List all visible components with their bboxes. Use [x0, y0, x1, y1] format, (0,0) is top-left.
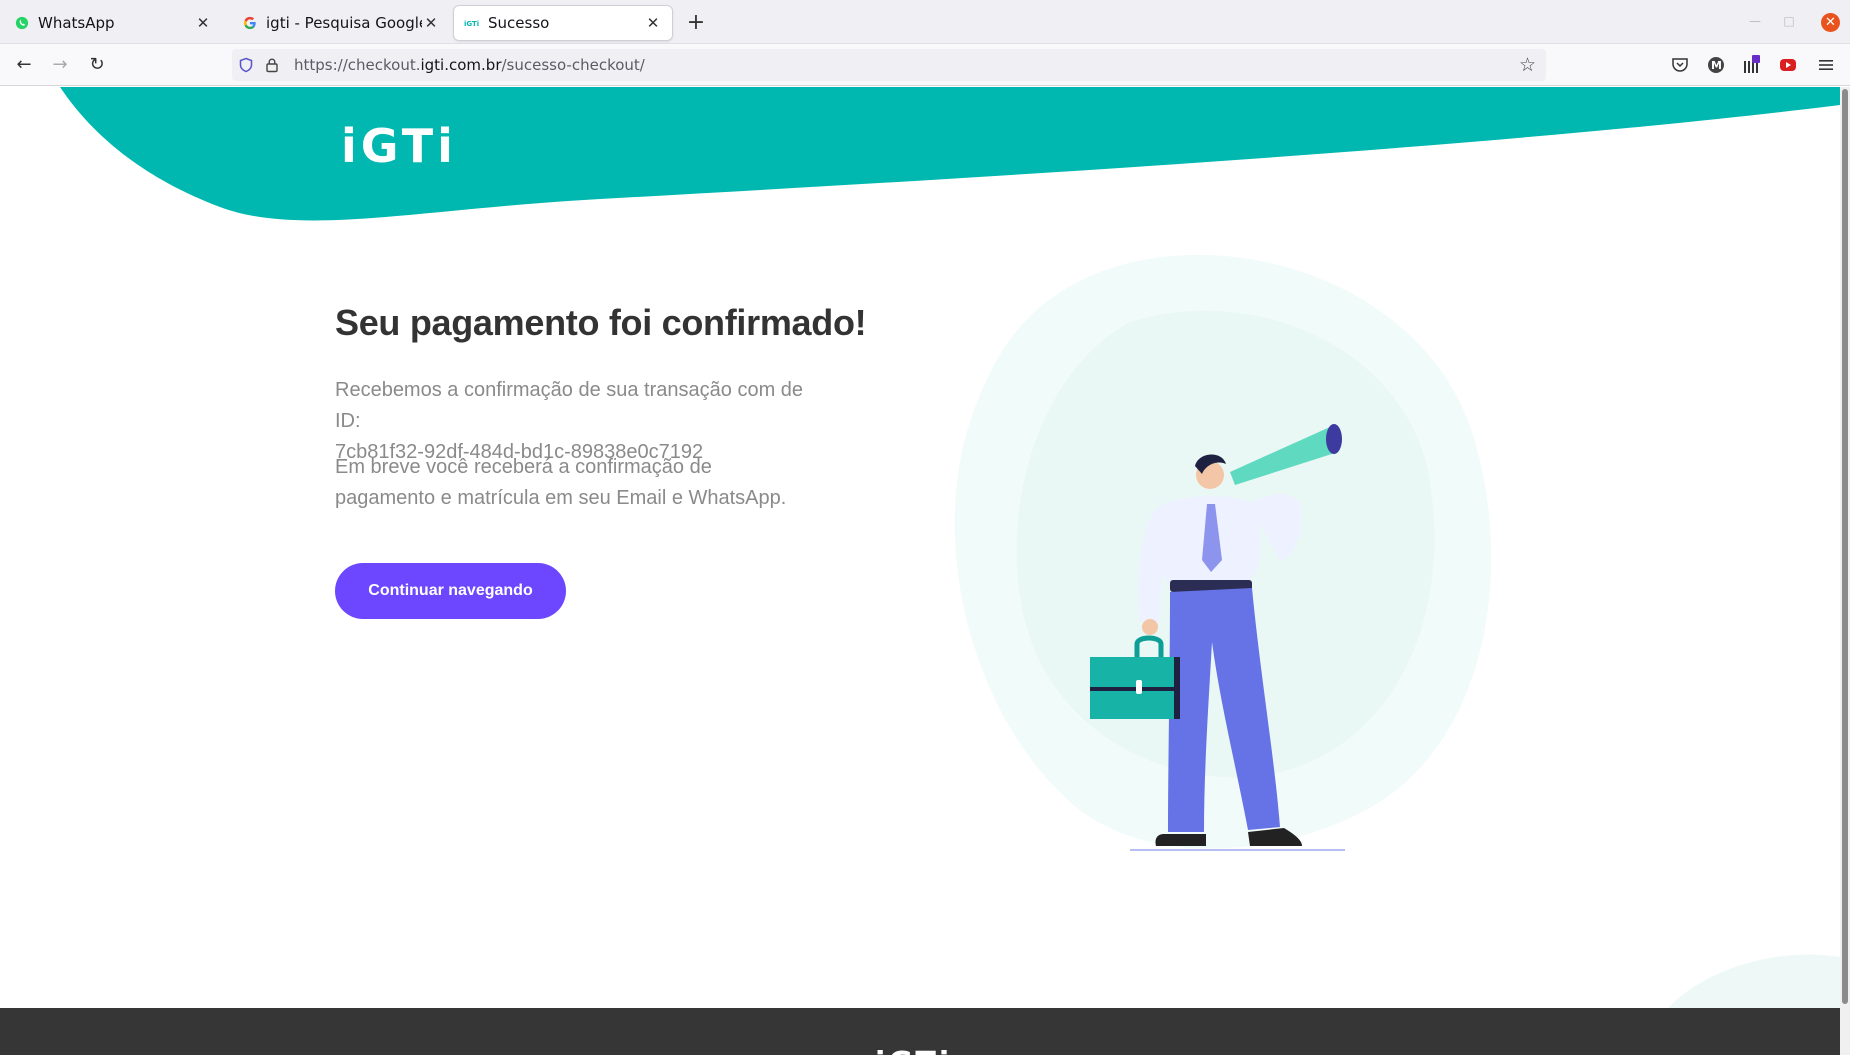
minimize-icon[interactable]: — [1748, 14, 1762, 28]
url-path: /sucesso-checkout/ [501, 56, 645, 74]
bookmark-star-icon[interactable]: ☆ [1519, 54, 1536, 76]
reload-icon[interactable]: ↻ [85, 53, 109, 77]
extension-bars-icon[interactable] [1742, 55, 1762, 75]
pocket-icon[interactable] [1670, 55, 1690, 75]
back-arrow-icon[interactable]: ← [12, 53, 36, 77]
man-with-telescope-illustration [954, 254, 1492, 851]
decorative-blob [1660, 954, 1840, 1017]
confirmation-text: Recebemos a confirmação de sua transação… [335, 379, 804, 432]
url-host: igti.com.br [420, 56, 502, 74]
continue-browsing-button[interactable]: Continuar navegando [335, 563, 566, 619]
close-tab-icon[interactable]: ✕ [422, 14, 440, 32]
page-title: Seu pagamento foi confirmado! [335, 302, 867, 343]
menu-icon[interactable] [1816, 55, 1836, 75]
address-bar[interactable]: https://checkout. igti.com.br/sucesso-che… [232, 49, 1546, 81]
navigation-toolbar: ← → ↻ https://checkout. igti.com.br/suces… [0, 44, 1850, 86]
extension-m-icon[interactable]: M [1706, 55, 1726, 75]
url-prefix: https://checkout. [294, 56, 421, 74]
tab-strip: WhatsApp ✕ igti - Pesquisa Google ✕ iGTi… [0, 0, 1850, 44]
igti-logo: iGTi [341, 123, 457, 167]
tab-label: igti - Pesquisa Google [266, 14, 422, 32]
google-icon [242, 15, 258, 31]
logo-text: iGTi [341, 123, 457, 167]
svg-text:iGTi: iGTi [464, 20, 479, 27]
tab-google[interactable]: igti - Pesquisa Google ✕ [232, 6, 450, 40]
extension-red-icon[interactable] [1778, 55, 1798, 75]
site-footer: iGTi [0, 1008, 1840, 1055]
whatsapp-icon [14, 15, 30, 31]
tab-whatsapp[interactable]: WhatsApp ✕ [4, 6, 222, 40]
footer-igti-logo: iGTi [875, 1046, 952, 1055]
vertical-scrollbar[interactable] [1840, 87, 1850, 1055]
close-tab-icon[interactable]: ✕ [644, 14, 662, 32]
close-tab-icon[interactable]: ✕ [194, 14, 212, 32]
tab-label: WhatsApp [38, 14, 115, 32]
igti-icon: iGTi [464, 15, 480, 31]
tab-label: Sucesso [488, 14, 550, 32]
tab-sucesso[interactable]: iGTi Sucesso ✕ [454, 6, 672, 40]
window-close-button[interactable]: ✕ [1821, 13, 1840, 32]
footer-logo-text: iGTi [875, 1046, 952, 1055]
forward-arrow-icon[interactable]: → [48, 53, 72, 77]
lock-icon[interactable] [264, 57, 280, 73]
page-content: iGTi Seu pagamento foi confirmado! Receb… [0, 87, 1850, 1055]
svg-text:M: M [1711, 59, 1722, 72]
followup-message: Em breve você receberá a confirmação de … [335, 456, 787, 509]
new-tab-button[interactable]: + [684, 12, 708, 36]
maximize-icon[interactable]: □ [1782, 14, 1796, 28]
header-wave-shape [60, 87, 1840, 221]
shield-icon[interactable] [238, 57, 254, 73]
scrollbar-thumb[interactable] [1842, 89, 1848, 1004]
